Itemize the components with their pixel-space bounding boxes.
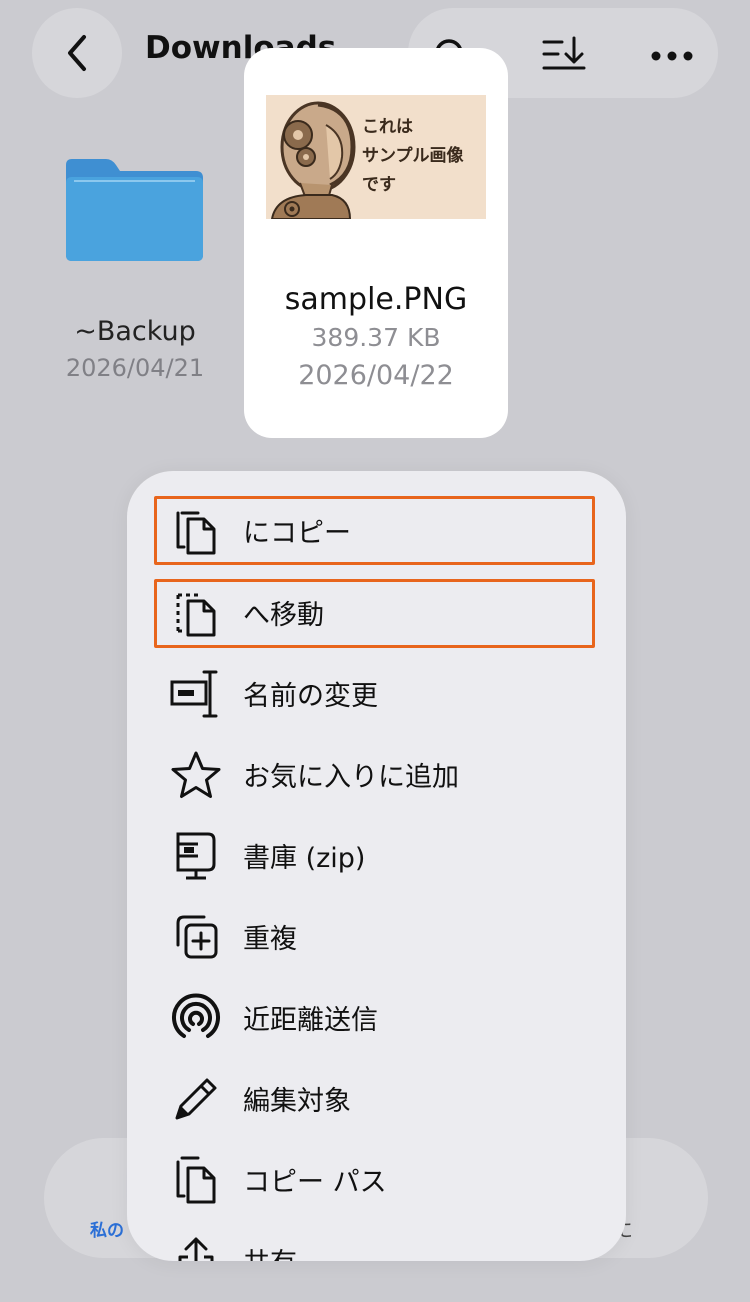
- menu-label: へ移動: [243, 600, 324, 631]
- menu-item-duplicate[interactable]: 重複: [127, 896, 626, 977]
- chevron-left-icon: [68, 35, 86, 71]
- menu-item-edit[interactable]: 編集対象: [127, 1058, 626, 1139]
- move-to-icon: [169, 586, 223, 640]
- menu-label: 名前の変更: [243, 681, 378, 712]
- menu-item-move-to[interactable]: へ移動: [127, 572, 626, 653]
- menu-label: 近距離送信: [243, 1005, 378, 1036]
- menu-label: にコピー: [243, 518, 351, 549]
- menu-item-copy-to[interactable]: にコピー: [127, 490, 626, 571]
- duplicate-icon: [169, 910, 223, 964]
- menu-label: 共有: [243, 1241, 297, 1261]
- thumbnail-caption: これは サンプル画像 です: [362, 117, 464, 195]
- file-name: sample.PNG: [284, 282, 468, 317]
- menu-item-add-favorite[interactable]: お気に入りに追加: [127, 734, 626, 815]
- copy-to-icon: [169, 504, 223, 558]
- pencil-icon: [169, 1072, 223, 1126]
- star-icon: [169, 748, 223, 802]
- sort-icon[interactable]: [542, 34, 586, 78]
- copy-path-icon: [169, 1153, 223, 1207]
- menu-item-share[interactable]: 共有: [127, 1220, 626, 1261]
- file-size: 389.37 KB: [311, 323, 441, 352]
- tab-my-files[interactable]: 私の: [90, 1216, 124, 1241]
- menu-item-archive[interactable]: 書庫 (zip): [127, 815, 626, 896]
- archive-icon: [169, 829, 223, 883]
- folder-icon[interactable]: [62, 155, 207, 265]
- file-preview-card: これは サンプル画像 です sample.PNG 389.37 KB 2026/…: [244, 48, 508, 438]
- menu-label: コピー パス: [243, 1167, 387, 1198]
- share-icon: [169, 1234, 223, 1261]
- menu-label: 書庫 (zip): [243, 843, 366, 874]
- airdrop-icon: [169, 991, 223, 1045]
- menu-label: お気に入りに追加: [243, 762, 459, 793]
- back-button[interactable]: [32, 8, 122, 98]
- folder-date: 2026/04/21: [65, 354, 205, 382]
- context-menu: にコピー へ移動 名前の変更 お気に入りに追加 書庫 (zip) 重複 近距離送…: [127, 471, 626, 1261]
- menu-label: 編集対象: [243, 1086, 351, 1117]
- menu-item-copy-path[interactable]: コピー パス: [127, 1139, 626, 1220]
- rename-icon: [169, 667, 223, 721]
- menu-item-airdrop[interactable]: 近距離送信: [127, 977, 626, 1058]
- more-icon[interactable]: [650, 34, 694, 78]
- menu-label: 重複: [243, 924, 297, 955]
- image-thumbnail: これは サンプル画像 です: [266, 95, 486, 219]
- menu-item-rename[interactable]: 名前の変更: [127, 653, 626, 734]
- folder-name: ~Backup: [74, 316, 196, 347]
- file-date: 2026/04/22: [298, 360, 454, 391]
